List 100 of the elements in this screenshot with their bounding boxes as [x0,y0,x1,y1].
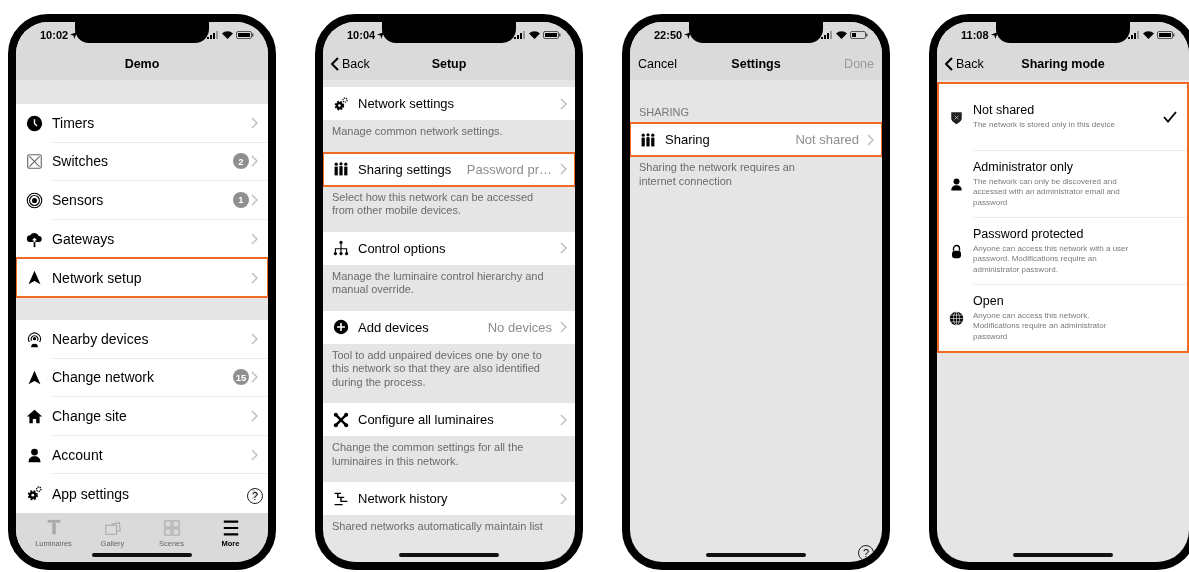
chevron-left-icon [945,57,953,71]
option-description: The network can only be discovered and accessed with an administrator email and password [973,176,1121,209]
row-label: Sharing [665,132,710,147]
menu-item[interactable]: Nearby devices [16,319,268,359]
menu-item[interactable]: Change site [16,397,268,436]
menu-item[interactable]: Change network 15 [16,358,268,398]
row-label: Add devices [358,319,429,335]
add-circle-icon [333,319,349,335]
section-header: SHARING [638,105,691,120]
wifi-icon [836,31,847,39]
hierarchy-icon [333,240,349,256]
menu-item[interactable]: Network setup [16,258,268,297]
wifi-icon [222,31,233,39]
footer-text: Sharing the network requires an internet connection [638,160,796,189]
gears-icon [25,485,43,503]
item-label: Gateways [52,230,115,247]
option-row[interactable]: Password protected Anyone can access this network with a user password. Modifications require an administrator password. [939,218,1187,285]
cloud-upload-icon [25,230,43,248]
photos-icon [103,519,122,537]
item-label: Sensors [52,192,104,208]
battery-icon [1157,31,1175,39]
crossed-square-icon [25,153,43,171]
item-label: Network setup [52,269,142,286]
chevron-right-icon [251,155,258,168]
option-description: Anyone can access this network with a user password. Modifications require an administrator password. [973,243,1130,276]
settings-row[interactable]: Control options [323,231,575,265]
battery-icon [850,31,868,39]
option-row[interactable]: Open Anyone can access this network. Modifications require an administrator password [939,285,1187,351]
back-button[interactable]: Back [331,57,370,71]
menu-item[interactable]: Switches 2 [16,142,268,182]
status-time: 22:50 [654,29,683,41]
chevron-right-icon [251,332,258,345]
chevron-right-icon [251,409,258,422]
clock-icon [25,114,43,132]
battery-icon [543,31,561,39]
count-badge: 1 [233,192,249,208]
item-label: Switches [52,153,109,170]
settings-row[interactable]: Sharing settings Password pr… [323,152,575,186]
footer-text: Change the common settings for all the luminaires in this network. [331,440,525,469]
steps-icon [333,490,349,507]
settings-row[interactable]: Add devices No devices [323,310,575,344]
settings-row[interactable]: Sharing Not shared [630,123,882,156]
chevron-right-icon [560,413,567,426]
option-title: Password protected [973,226,1085,241]
settings-row[interactable]: Network history [323,482,575,515]
row-label: Sharing settings [358,161,452,177]
chevron-right-icon [251,116,258,129]
back-button[interactable]: Back [945,57,984,71]
home-icon [25,407,43,425]
item-label: Account [52,446,103,463]
chevron-right-icon [251,194,258,206]
settings-row[interactable]: Configure all luminaires [323,403,575,436]
count-badge: 15 [233,369,249,386]
count-badge: 2 [233,153,249,170]
item-label: App settings [52,485,130,502]
person-icon [948,177,964,192]
chevron-left-icon [331,57,339,71]
option-description: The network is stored only in this device [973,120,1116,131]
cancel-button[interactable]: Cancel [638,57,677,71]
signal-icon [1128,31,1140,39]
menu-icon [221,519,240,537]
chevron-right-icon [251,232,258,245]
item-label: Nearby devices [52,330,149,347]
target-icon [25,192,43,209]
option-row[interactable]: Administrator only The network can only be discovered and accessed with an administrator email and password [939,151,1187,218]
option-row[interactable]: Not shared The network is stored only in this device [939,84,1187,151]
option-title: Not shared [973,103,1036,118]
gears-icon [333,95,349,112]
wifi-icon [1143,31,1154,39]
menu-item[interactable]: Account [16,435,268,475]
status-time: 10:02 [40,29,69,41]
chevron-right-icon [867,133,874,146]
row-label: Network settings [358,96,455,111]
tools-icon [333,411,349,428]
row-label: Configure all luminaires [358,412,494,427]
chevron-right-icon [251,448,258,461]
row-value: No devices [487,319,552,335]
battery-icon [236,31,254,39]
chevron-right-icon [251,487,258,500]
menu-item[interactable]: Sensors 1 [16,181,268,220]
row-label: Network history [358,491,448,506]
nav-title: Settings [731,57,781,71]
status-time: 11:08 [961,29,989,41]
item-label: Change network [52,369,154,386]
settings-row[interactable]: Network settings [323,87,575,120]
signal-icon [514,31,526,39]
signal-icon [821,31,833,39]
menu-item[interactable]: Timers [16,104,268,143]
chevron-right-icon [251,271,258,284]
globe-icon [948,310,964,326]
menu-item[interactable]: Gateways [16,219,268,259]
footer-text: Manage the luminaire control hierarchy and manual override. [331,268,545,297]
nav-title: Sharing mode [1021,57,1105,71]
row-label: Control options [358,240,446,256]
footer-text: Shared networks automatically maintain list [331,519,544,534]
status-time: 10:04 [347,29,376,41]
option-description: Anyone can access this network. Modifications require an administrator password [973,310,1108,343]
people-icon [640,131,656,148]
footer-text: Select how this network can be accessed from other mobile devices. [331,189,535,218]
chevron-right-icon [560,321,567,333]
